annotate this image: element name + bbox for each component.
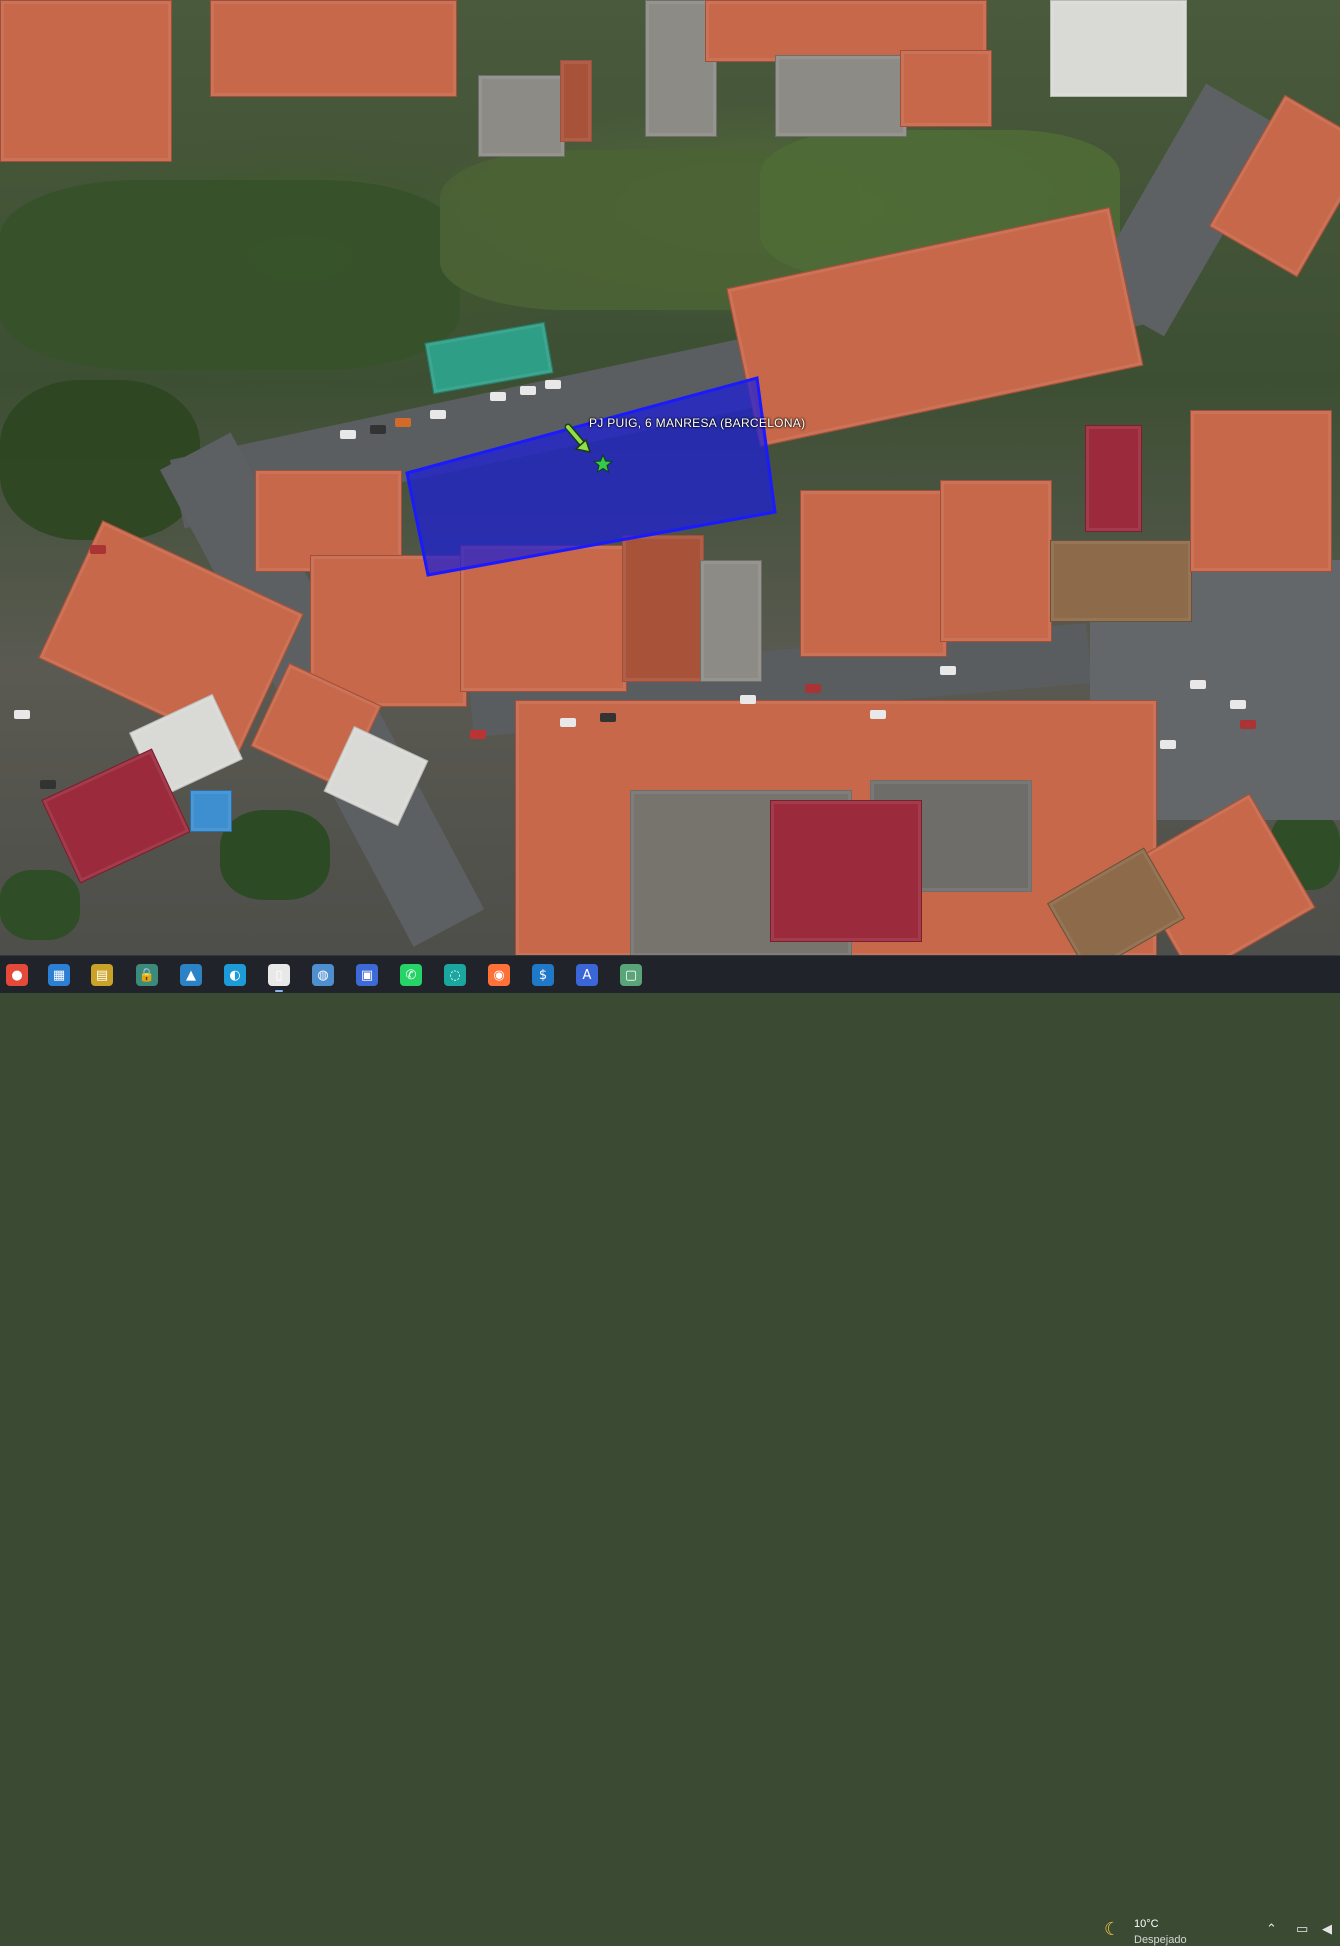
taskbar: ● ▦ ▤ 🔒 ▲ ◐ ▯ ◍ ▣ ✆ ◌ ◉ $ A ▢ ☾ 10°C Despejado ⌃ ▭ ◀ [0,955,1340,1946]
maps-icon[interactable]: ▦ [48,964,70,986]
arc-icon[interactable]: A [576,964,598,986]
parcel-polygon[interactable] [405,376,777,577]
chrome-icon[interactable]: ● [6,964,28,986]
parcel-overlay [405,376,777,577]
weather-temperature[interactable]: 10°C [1134,1918,1159,1930]
weather-description[interactable]: Despejado [1134,1934,1187,1946]
monitor-icon[interactable]: ▭ [1296,1922,1308,1937]
wave-icon[interactable]: ◌ [444,964,466,986]
firefox-icon[interactable]: ◉ [488,964,510,986]
whatsapp-icon[interactable]: ✆ [400,964,422,986]
window-icon[interactable]: ▢ [620,964,642,986]
gallery-icon[interactable]: ▤ [91,964,113,986]
photos-icon[interactable]: ▲ [180,964,202,986]
placemark-label[interactable]: PJ PUIG, 6 MANRESA (BARCELONA) [589,416,805,430]
floppy-icon[interactable]: ▣ [356,964,378,986]
moon-icon[interactable]: ☾ [1104,1919,1120,1940]
document-icon[interactable]: ▯ [268,964,290,992]
chevron-up-icon[interactable]: ⌃ [1266,1922,1277,1937]
dollar-icon[interactable]: $ [532,964,554,986]
speaker-icon[interactable]: ◀ [1322,1922,1332,1937]
globe-icon[interactable]: ◍ [312,964,334,986]
lock-icon[interactable]: 🔒 [136,964,158,986]
edge-icon[interactable]: ◐ [224,964,246,986]
satellite-map[interactable]: PJ PUIG, 6 MANRESA (BARCELONA) [0,0,1340,955]
